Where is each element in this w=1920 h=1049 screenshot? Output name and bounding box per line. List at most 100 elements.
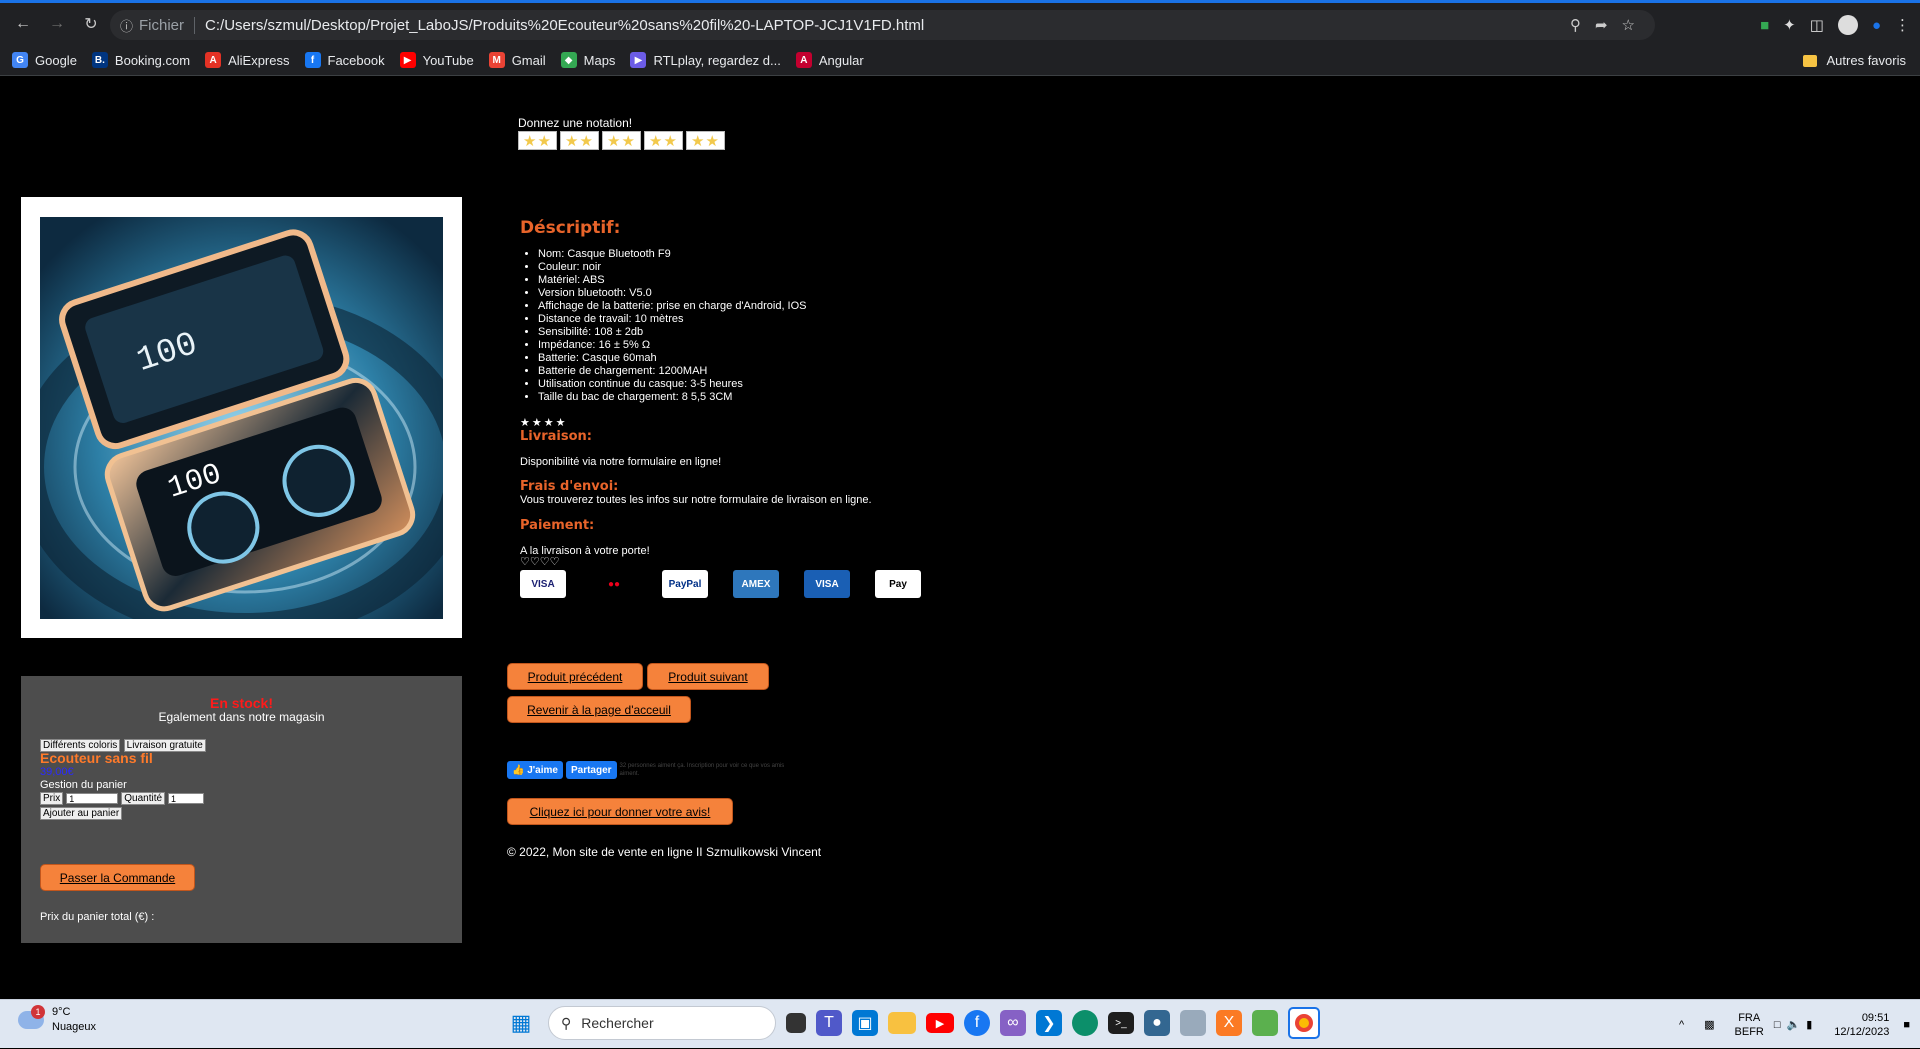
hearts: ♡♡♡♡ (520, 556, 560, 568)
sidepanel-icon[interactable]: ◫ (1810, 16, 1824, 34)
spec-item: Batterie: Casque 60mah (538, 352, 1220, 365)
bookmark-youtube[interactable]: ▶ YouTube (399, 52, 474, 68)
back-icon[interactable]: ← (8, 9, 38, 39)
battery-icon[interactable]: ▮ (1806, 1018, 1812, 1031)
taskbar-apps: ▦ ⚲ Rechercher T ▣ ▶ f ∞ ❯ >_ ● X (504, 1006, 1320, 1040)
prev-product-button[interactable]: Produit précédent (507, 663, 643, 690)
rating-stars: ★★ ★★ ★★ ★★ ★★ (518, 131, 725, 150)
order-button[interactable]: Passer la Commande (40, 864, 195, 891)
bookmark-label: Booking.com (114, 52, 191, 68)
shipping-text: Vous trouverez toutes les infos sur notr… (520, 494, 872, 506)
bookmark-label: RTLplay, regardez d... (653, 52, 781, 68)
tray-chevron-icon[interactable]: ^ (1679, 1019, 1684, 1031)
stock-product-name: Ecouteur sans fil (40, 750, 153, 766)
rating-section: Donnez une notation! ★★ ★★ ★★ ★★ ★★ (518, 116, 725, 150)
edge-icon[interactable] (1072, 1010, 1098, 1036)
weather-widget[interactable]: 1 9°C Nuageux (18, 1005, 96, 1035)
bookmark-star-icon[interactable]: ☆ (1622, 16, 1635, 34)
chrome-icon[interactable] (1288, 1007, 1320, 1039)
gmail-icon: M (488, 52, 505, 68)
vscode-icon[interactable]: ❯ (1036, 1010, 1062, 1036)
spec-item: Sensibilité: 108 ± 2db (538, 326, 1220, 339)
teams-icon[interactable]: T (816, 1010, 842, 1036)
spec-item: Nom: Casque Bluetooth F9 (538, 248, 1220, 261)
windows-start-icon[interactable]: ▦ (504, 1006, 538, 1040)
file-explorer-icon[interactable] (888, 1012, 916, 1034)
fb-share-button[interactable]: Partager (565, 761, 617, 779)
volume-icon[interactable]: 🔈 (1787, 1018, 1801, 1031)
other-bookmarks[interactable]: Autres favoris (1802, 45, 1906, 76)
fb-like-button[interactable]: 👍 J'aime (507, 761, 563, 779)
cloud-icon: 1 (18, 1005, 45, 1029)
review-button[interactable]: Cliquez ici pour donner votre avis! (507, 798, 733, 825)
language-indicator[interactable]: FRA BEFR (1735, 1011, 1764, 1039)
terminal-icon[interactable]: >_ (1108, 1012, 1134, 1034)
other-bookmarks-label: Autres favoris (1826, 53, 1906, 68)
share-icon[interactable]: ➦ (1595, 16, 1608, 34)
extensions-puzzle-icon[interactable]: ✦ (1783, 16, 1796, 34)
store-icon[interactable]: ▣ (852, 1010, 878, 1036)
spec-item: Version bluetooth: V5.0 (538, 287, 1220, 300)
profile-avatar-icon[interactable] (1837, 15, 1858, 35)
forward-icon[interactable]: → (42, 9, 72, 39)
extension-lock-icon[interactable]: ■ (1760, 17, 1769, 34)
bookmark-google[interactable]: G Google (12, 52, 77, 68)
bookmark-rtlplay[interactable]: ▶ RTLplay, regardez d... (630, 52, 781, 68)
menu-dots-icon[interactable]: ⋮ (1895, 16, 1910, 34)
rating-star-button[interactable]: ★★ (602, 131, 641, 150)
rating-star-button[interactable]: ★★ (560, 131, 599, 150)
facebook-app-icon[interactable]: f (964, 1010, 990, 1036)
product-description: Déscriptif: Nom: Casque Bluetooth F9Coul… (520, 218, 1220, 598)
product-image-frame: 100 100 (21, 197, 462, 638)
payment-method-icon: VISA (804, 570, 850, 598)
url-text[interactable]: C:/Users/szmul/Desktop/Projet_LaboJS/Pro… (205, 17, 924, 34)
rating-star-button[interactable]: ★★ (518, 131, 557, 150)
rating-star-button[interactable]: ★★ (644, 131, 683, 150)
weather-badge: 1 (31, 1005, 45, 1019)
bookmark-booking[interactable]: B. Booking.com (91, 52, 191, 68)
xampp-icon[interactable]: X (1216, 1010, 1242, 1036)
clock[interactable]: 09:51 12/12/2023 (1834, 1011, 1889, 1039)
bookmark-label: Google (35, 52, 77, 68)
maps-icon: ◆ (560, 52, 577, 68)
price-input[interactable] (66, 793, 119, 804)
info-icon[interactable]: ⓘ (120, 16, 133, 35)
taskbar-search[interactable]: ⚲ Rechercher (548, 1006, 776, 1040)
notifications-bell-icon[interactable]: ■ (1903, 1019, 1910, 1031)
visual-studio-icon[interactable]: ∞ (1000, 1010, 1026, 1036)
cart-total: Prix du panier total (€) : (40, 911, 155, 923)
postgres-icon[interactable]: ● (1144, 1010, 1170, 1036)
youtube-app-icon[interactable]: ▶ (926, 1013, 954, 1033)
notepad-icon[interactable] (1252, 1010, 1278, 1036)
payment-method-icon: Pay (875, 570, 921, 598)
clock-time: 09:51 (1861, 1011, 1890, 1024)
network-icon[interactable]: □ (1774, 1019, 1781, 1031)
add-to-cart-button[interactable]: Ajouter au panier (40, 807, 123, 820)
bookmark-label: Gmail (511, 52, 546, 68)
also-in-store: Egalement dans notre magasin (158, 710, 325, 724)
bookmark-facebook[interactable]: f Facebook (304, 52, 385, 68)
next-product-button[interactable]: Produit suivant (647, 663, 769, 690)
reload-icon[interactable]: ↻ (76, 9, 106, 39)
address-bar[interactable]: ⓘ Fichier C:/Users/szmul/Desktop/Projet_… (110, 10, 1655, 40)
spec-item: Affichage de la batterie: prise en charg… (538, 300, 1220, 313)
zoom-icon[interactable]: ⚲ (1570, 16, 1581, 34)
bookmark-gmail[interactable]: M Gmail (488, 52, 546, 68)
network-tool-icon[interactable] (1180, 1010, 1206, 1036)
bookmark-label: YouTube (422, 52, 474, 68)
google-icon: G (12, 52, 28, 68)
bookmark-angular[interactable]: A Angular (795, 52, 864, 68)
payment-method-icon: VISA (520, 570, 566, 598)
security-check-icon[interactable]: ● (1872, 17, 1881, 34)
back-home-button[interactable]: Revenir à la page d'acceuil (507, 696, 691, 723)
task-view-icon[interactable] (786, 1013, 806, 1033)
qty-input[interactable] (168, 793, 205, 804)
bookmark-label: AliExpress (228, 52, 290, 68)
spec-item: Batterie de chargement: 1200MAH (538, 365, 1220, 378)
bookmark-maps[interactable]: ◆ Maps (560, 52, 615, 68)
tray-window-icon[interactable]: ▩ (1704, 1018, 1714, 1031)
rating-star-button[interactable]: ★★ (686, 131, 725, 150)
bookmark-aliexpress[interactable]: A AliExpress (205, 52, 290, 68)
qty-label: Quantité (121, 792, 166, 805)
spec-item: Taille du bac de chargement: 8 5,5 3CM (538, 391, 1220, 404)
